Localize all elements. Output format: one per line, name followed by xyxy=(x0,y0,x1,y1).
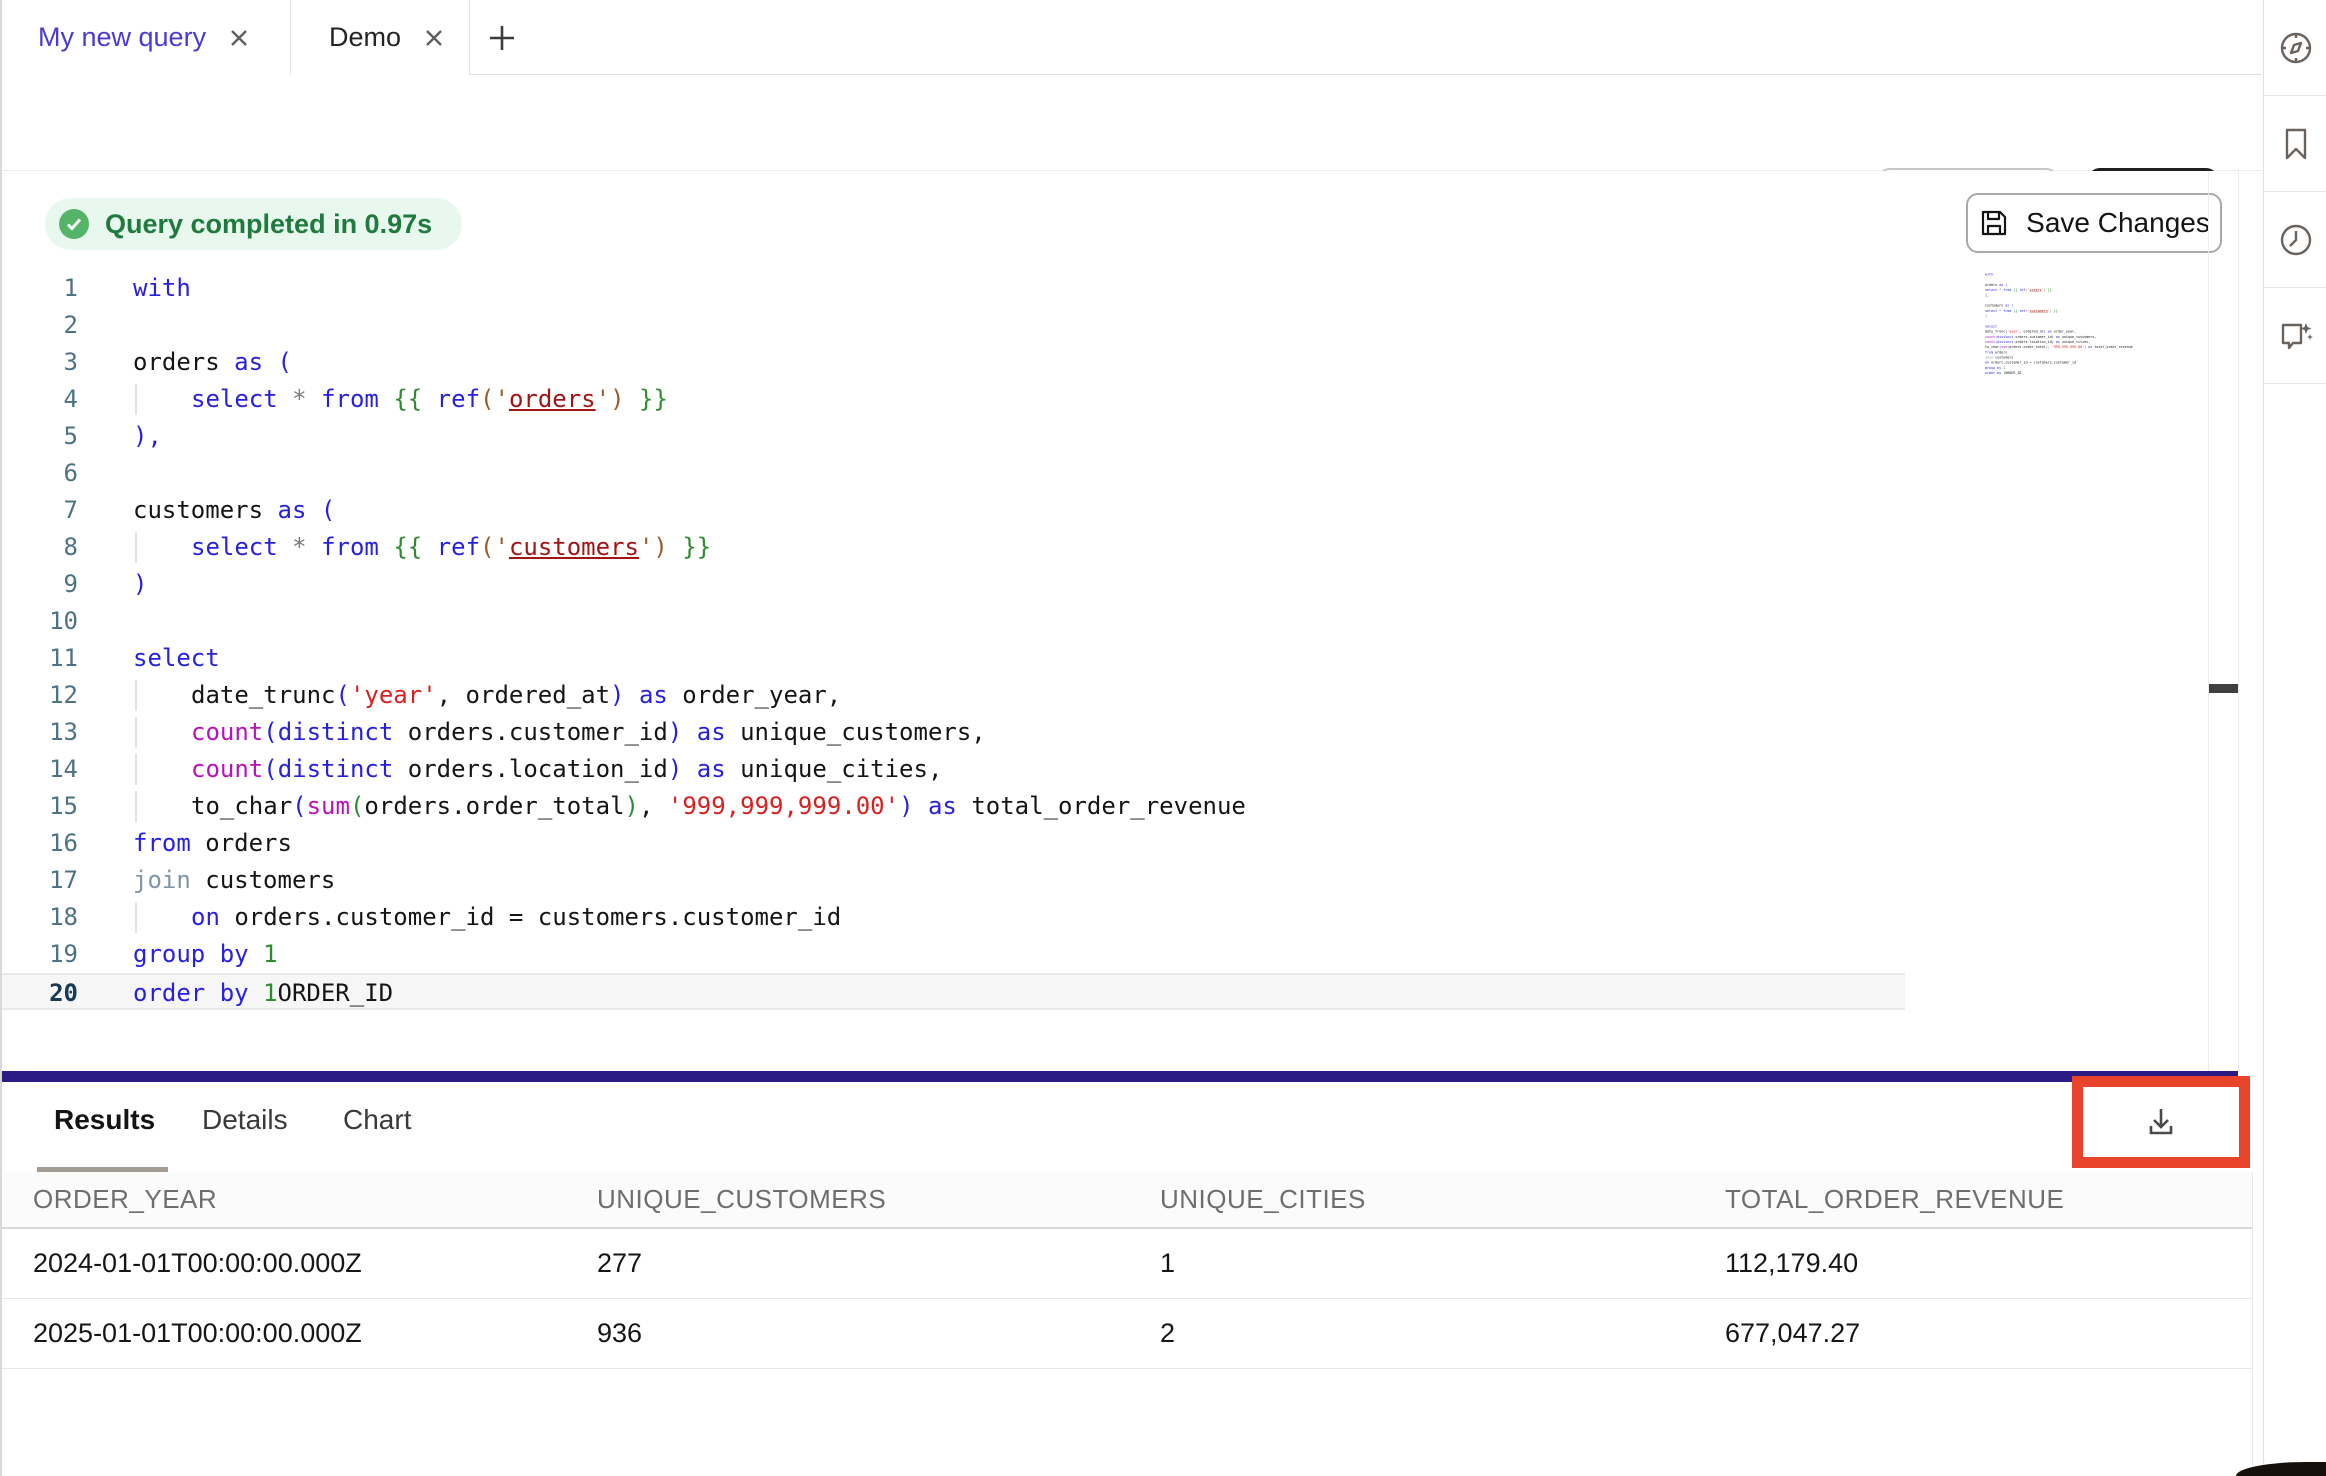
compass-icon xyxy=(2277,29,2315,67)
sidebar-item-explore[interactable] xyxy=(2264,0,2326,96)
code-line[interactable]: 10 xyxy=(0,603,1980,640)
line-number: 18 xyxy=(0,899,78,936)
plus-icon xyxy=(487,23,517,53)
code-line[interactable]: 5), xyxy=(0,418,1980,455)
tab-my-new-query[interactable]: My new query xyxy=(0,0,291,75)
code-line[interactable]: 8select * from {{ ref('customers') }} xyxy=(0,529,1980,566)
code-lines[interactable]: 1with23orders as (4select * from {{ ref(… xyxy=(0,270,1980,1010)
code-line[interactable]: 3orders as ( xyxy=(0,344,1980,381)
column-header: TOTAL_ORDER_REVENUE xyxy=(1692,1172,2252,1227)
line-number: 15 xyxy=(0,788,78,825)
code-line[interactable]: 19group by 1 xyxy=(0,936,1980,973)
code-line[interactable]: 1with xyxy=(0,270,1980,307)
save-label: Save Changes xyxy=(2026,207,2210,239)
line-number: 16 xyxy=(0,825,78,862)
results-panel: Results Details Chart ORDER_YEARUNIQUE_CUS… xyxy=(0,1082,2262,1476)
line-number: 20 xyxy=(0,975,78,1012)
column-header: ORDER_YEAR xyxy=(0,1172,564,1227)
table-header-row: ORDER_YEARUNIQUE_CUSTOMERSUNIQUE_CITIEST… xyxy=(0,1172,2252,1229)
minimap-content: withorders as (select * from {{ ref('ord… xyxy=(1985,272,2181,376)
line-number: 12 xyxy=(0,677,78,714)
code-line[interactable]: 17join customers xyxy=(0,862,1980,899)
code-line[interactable]: 2 xyxy=(0,307,1980,344)
results-table: ORDER_YEARUNIQUE_CUSTOMERSUNIQUE_CITIEST… xyxy=(0,1172,2252,1369)
line-number: 13 xyxy=(0,714,78,751)
table-cell: 1 xyxy=(1127,1229,1692,1298)
close-icon[interactable] xyxy=(228,27,250,49)
check-circle-icon xyxy=(59,209,89,239)
tab-demo[interactable]: Demo xyxy=(291,0,470,75)
line-number: 11 xyxy=(0,640,78,677)
table-cell: 2024-01-01T00:00:00.000Z xyxy=(0,1229,564,1298)
close-icon[interactable] xyxy=(423,27,445,49)
code-line[interactable]: 15to_char(sum(orders.order_total), '999,… xyxy=(0,788,1980,825)
tab-label: Demo xyxy=(329,22,401,53)
query-status-badge: Query completed in 0.97s xyxy=(45,198,462,250)
code-line[interactable]: 9) xyxy=(0,566,1980,603)
results-tabs: Results Details Chart xyxy=(0,1082,2262,1172)
minimap[interactable]: withorders as (select * from {{ ref('ord… xyxy=(1985,272,2185,452)
code-line[interactable]: 4select * from {{ ref('orders') }} xyxy=(0,381,1980,418)
code-line[interactable]: 14count(distinct orders.location_id) as … xyxy=(0,751,1980,788)
code-line[interactable]: 6 xyxy=(0,455,1980,492)
line-number: 8 xyxy=(0,529,78,566)
table-row[interactable]: 2025-01-01T00:00:00.000Z9362677,047.27 xyxy=(0,1299,2252,1369)
code-line[interactable]: 7customers as ( xyxy=(0,492,1980,529)
new-tab-button[interactable] xyxy=(478,14,526,62)
table-cell: 677,047.27 xyxy=(1692,1299,2252,1368)
table-cell: 936 xyxy=(564,1299,1127,1368)
code-line[interactable]: 20order by 1ORDER_ID xyxy=(0,973,1905,1010)
sidebar-item-history[interactable] xyxy=(2264,192,2326,288)
table-cell: 112,179.40 xyxy=(1692,1229,2252,1298)
clock-icon xyxy=(2277,221,2315,259)
download-button-annotation xyxy=(2072,1076,2250,1168)
save-icon xyxy=(1978,207,2010,239)
tab-label: My new query xyxy=(38,22,206,53)
line-number: 4 xyxy=(0,381,78,418)
code-line[interactable]: 13count(distinct orders.customer_id) as … xyxy=(0,714,1980,751)
query-header: MS Your query Develop xyxy=(0,75,2262,171)
download-icon[interactable] xyxy=(2143,1104,2179,1140)
sql-editor: Query completed in 0.97s Save Changes 1w… xyxy=(0,171,2262,1071)
sidebar-item-assistant[interactable] xyxy=(2264,288,2326,384)
table-cell: 277 xyxy=(564,1229,1127,1298)
results-tab-details[interactable]: Details xyxy=(202,1104,288,1136)
line-number: 1 xyxy=(0,270,78,307)
status-text: Query completed in 0.97s xyxy=(105,209,432,240)
code-line[interactable]: 11select xyxy=(0,640,1980,677)
sidebar-item-bookmarks[interactable] xyxy=(2264,96,2326,192)
table-cell: 2 xyxy=(1127,1299,1692,1368)
line-number: 9 xyxy=(0,566,78,603)
results-tab-chart[interactable]: Chart xyxy=(343,1104,411,1136)
code-line[interactable]: 16from orders xyxy=(0,825,1980,862)
code-line[interactable]: 12date_trunc('year', ordered_at) as orde… xyxy=(0,677,1980,714)
code-line[interactable]: 18on orders.customer_id = customers.cust… xyxy=(0,899,1980,936)
line-number: 3 xyxy=(0,344,78,381)
query-ide-window: My new query Demo MS Your query xyxy=(0,0,2326,1476)
line-number: 6 xyxy=(0,455,78,492)
divider xyxy=(2252,1172,2253,1476)
column-header: UNIQUE_CITIES xyxy=(1127,1172,1692,1227)
table-body: 2024-01-01T00:00:00.000Z2771112,179.4020… xyxy=(0,1229,2252,1369)
line-number: 2 xyxy=(0,307,78,344)
right-sidebar xyxy=(2263,0,2326,1476)
line-number: 10 xyxy=(0,603,78,640)
line-number: 19 xyxy=(0,936,78,973)
table-cell: 2025-01-01T00:00:00.000Z xyxy=(0,1299,564,1368)
line-number: 17 xyxy=(0,862,78,899)
scrollbar-track xyxy=(2238,171,2239,1071)
table-row[interactable]: 2024-01-01T00:00:00.000Z2771112,179.40 xyxy=(0,1229,2252,1299)
line-number: 5 xyxy=(0,418,78,455)
chat-sparkles-icon xyxy=(2277,317,2315,355)
save-changes-button[interactable]: Save Changes xyxy=(1966,193,2222,253)
scrollbar-track xyxy=(2208,171,2209,1071)
panel-splitter-handle[interactable] xyxy=(0,1071,2238,1082)
line-number: 7 xyxy=(0,492,78,529)
line-number: 14 xyxy=(0,751,78,788)
scrollbar-thumb[interactable] xyxy=(2209,684,2238,693)
column-header: UNIQUE_CUSTOMERS xyxy=(564,1172,1127,1227)
bookmark-icon xyxy=(2277,125,2315,163)
tab-bar: My new query Demo xyxy=(0,0,2262,75)
results-tab-results[interactable]: Results xyxy=(54,1104,155,1136)
